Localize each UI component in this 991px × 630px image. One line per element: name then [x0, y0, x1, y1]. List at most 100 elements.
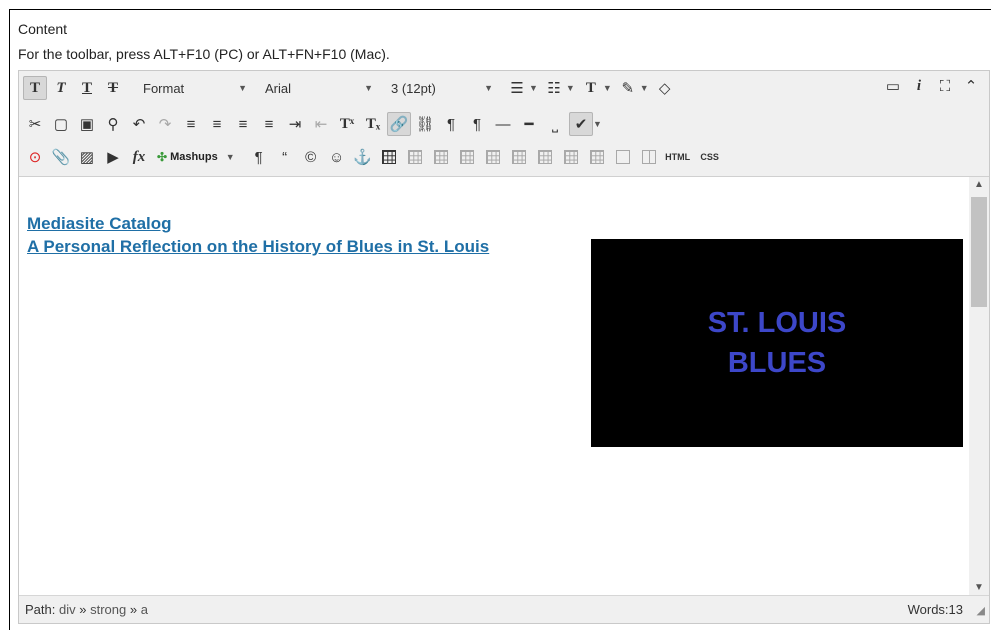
unlink-icon[interactable]: ⛓ [413, 112, 437, 136]
col-insert-after-icon[interactable] [559, 145, 583, 169]
rtl-icon[interactable]: ¶ [465, 112, 489, 136]
bold-button[interactable]: T [23, 76, 47, 100]
underline-button[interactable]: T [75, 76, 99, 100]
copy-icon[interactable]: ▢ [49, 112, 73, 136]
bullet-list-icon[interactable]: ☰ [505, 76, 529, 100]
toolbar-row-3: ⊙ 📎 ▨ ▶ fx ✣ Mashups ▼ ¶ “ © ☺ ⚓ HTML CS… [23, 143, 727, 171]
toolbar-right-tools: ▭ i ⛶ ⌃ [881, 74, 985, 98]
highlight-pen-icon[interactable]: ✎ [616, 76, 640, 100]
toolbar-row-2: ✂ ▢ ▣ ⚲ ↶ ↷ ≡ ≡ ≡ ≡ ⇥ ⇤ Tˣ Tₓ 🔗 ⛓ ¶ ¶ — … [23, 110, 606, 138]
chevron-down-icon[interactable]: ▼ [593, 119, 602, 129]
table-properties-icon[interactable] [403, 145, 427, 169]
toolbar-row-1: T T T T Format ▼ Arial ▼ 3 (12pt) ▼ ☰ ▼ … [23, 74, 679, 102]
css-button[interactable]: CSS [695, 145, 725, 169]
find-icon[interactable]: ⚲ [101, 112, 125, 136]
font-size-dropdown[interactable]: 3 (12pt) ▼ [385, 76, 499, 100]
table-delete-icon[interactable] [429, 145, 453, 169]
chevron-down-icon: ▼ [484, 83, 493, 93]
media-icon[interactable]: ▶ [101, 145, 125, 169]
editor-statusbar: Path: div » strong » a Words:13 ◢ [19, 595, 989, 623]
info-icon[interactable]: i [907, 74, 931, 98]
superscript-icon[interactable]: Tˣ [335, 112, 359, 136]
insert-table-icon[interactable] [377, 145, 401, 169]
text-color-icon[interactable]: T [579, 76, 603, 100]
fullscreen-icon[interactable]: ⛶ [933, 74, 957, 98]
align-center-icon[interactable]: ≡ [205, 112, 229, 136]
chevron-down-icon: ▼ [364, 83, 373, 93]
cell-split-icon[interactable] [637, 145, 661, 169]
paragraph-icon[interactable]: ¶ [247, 145, 271, 169]
path-label: Path: [25, 602, 56, 617]
mashups-label: Mashups [170, 151, 218, 163]
cut-icon[interactable]: ✂ [23, 112, 47, 136]
field-label: Content [18, 21, 68, 37]
toolbar-hint: For the toolbar, press ALT+F10 (PC) or A… [18, 46, 390, 62]
chevron-down-icon[interactable]: ▼ [566, 83, 575, 93]
blues-history-link[interactable]: A Personal Reflection on the History of … [27, 237, 489, 257]
html-source-button[interactable]: HTML [663, 145, 693, 169]
record-icon[interactable]: ⊙ [23, 145, 47, 169]
cell-merge-icon[interactable] [611, 145, 635, 169]
align-left-icon[interactable]: ≡ [179, 112, 203, 136]
spellcheck-icon[interactable]: ✔ [569, 112, 593, 136]
path-separator: » [129, 602, 138, 617]
collapse-toolbar-icon[interactable]: ⌃ [959, 74, 983, 98]
row-delete-icon[interactable] [507, 145, 531, 169]
chevron-down-icon[interactable]: ▼ [529, 83, 538, 93]
blockquote-icon[interactable]: “ [273, 145, 297, 169]
video-thumbnail[interactable]: ST. LOUIS BLUES [591, 239, 963, 447]
emoticon-icon[interactable]: ☺ [325, 145, 349, 169]
chevron-down-icon[interactable]: ▼ [640, 83, 649, 93]
font-family-dropdown[interactable]: Arial ▼ [259, 76, 379, 100]
scroll-up-icon[interactable]: ▲ [969, 179, 989, 190]
chevron-down-icon: ▼ [225, 152, 235, 162]
font-family-dropdown-label: Arial [265, 80, 292, 96]
format-dropdown-label: Format [143, 80, 185, 96]
editor-content-area[interactable]: Mediasite Catalog A Personal Reflection … [19, 177, 969, 595]
col-delete-icon[interactable] [585, 145, 609, 169]
image-icon[interactable]: ▨ [75, 145, 99, 169]
scrollbar-thumb[interactable] [971, 197, 987, 307]
outdent-icon[interactable]: ⇤ [309, 112, 333, 136]
format-dropdown[interactable]: Format ▼ [137, 76, 253, 100]
redo-icon[interactable]: ↷ [153, 112, 177, 136]
link-icon[interactable]: 🔗 [387, 112, 411, 136]
numbered-list-icon[interactable]: ☷ [542, 76, 566, 100]
nonbreaking-space-icon[interactable]: ⎵ [543, 112, 567, 136]
italic-button[interactable]: T [49, 76, 73, 100]
video-title-line-1: ST. LOUIS [707, 307, 847, 339]
font-size-dropdown-label: 3 (12pt) [391, 80, 436, 96]
ltr-icon[interactable]: ¶ [439, 112, 463, 136]
scroll-down-icon[interactable]: ▼ [969, 582, 989, 593]
path-node-strong[interactable]: strong [90, 602, 126, 617]
copyright-icon[interactable]: © [299, 145, 323, 169]
eraser-icon[interactable]: ◇ [653, 76, 677, 100]
math-formula-icon[interactable]: fx [127, 145, 151, 169]
horizontal-rule-icon[interactable]: — [491, 112, 515, 136]
vertical-scrollbar[interactable]: ▲ ▼ [969, 177, 989, 595]
mediasite-catalog-link[interactable]: Mediasite Catalog [27, 214, 172, 234]
mashups-dropdown[interactable]: ✣ Mashups ▼ [153, 145, 243, 169]
chevron-down-icon[interactable]: ▼ [603, 83, 612, 93]
row-insert-before-icon[interactable] [455, 145, 479, 169]
align-right-icon[interactable]: ≡ [231, 112, 255, 136]
attachment-icon[interactable]: 📎 [49, 145, 73, 169]
dash-icon[interactable]: ━ [517, 112, 541, 136]
indent-icon[interactable]: ⇥ [283, 112, 307, 136]
resize-grip-icon[interactable]: ◢ [977, 604, 985, 617]
preview-icon[interactable]: ▭ [881, 74, 905, 98]
path-node-a[interactable]: a [141, 602, 148, 617]
subscript-icon[interactable]: Tₓ [361, 112, 385, 136]
undo-icon[interactable]: ↶ [127, 112, 151, 136]
align-justify-icon[interactable]: ≡ [257, 112, 281, 136]
path-separator: » [79, 602, 87, 617]
col-insert-before-icon[interactable] [533, 145, 557, 169]
editor-toolbar: T T T T Format ▼ Arial ▼ 3 (12pt) ▼ ☰ ▼ … [19, 71, 989, 177]
video-title-line-2: BLUES [727, 347, 827, 379]
row-insert-after-icon[interactable] [481, 145, 505, 169]
strikethrough-button[interactable]: T [101, 76, 125, 100]
paste-icon[interactable]: ▣ [75, 112, 99, 136]
element-path: Path: div » strong » a [25, 602, 148, 617]
path-node-div[interactable]: div [59, 602, 76, 617]
anchor-icon[interactable]: ⚓ [351, 145, 375, 169]
